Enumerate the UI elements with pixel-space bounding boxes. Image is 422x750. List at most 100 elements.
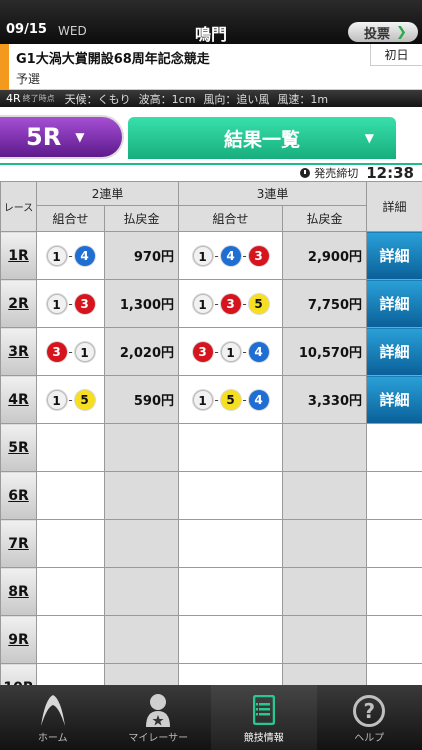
table-row: 7R	[0, 519, 422, 568]
vote-button-label: 投票	[364, 26, 391, 42]
exacta-payout	[103, 519, 180, 568]
clock-icon	[300, 168, 311, 178]
trifecta-combo	[178, 567, 284, 616]
trifecta-payout: 3,330円	[282, 375, 368, 424]
exacta-payout	[103, 663, 180, 685]
results-table-body: 1R 1-4 970円 1-4-3 2,900円 詳細 2R 1-3 1,300円 1-3-5 7,…	[0, 231, 422, 685]
exacta-combo: 1-4	[36, 231, 105, 280]
nav-home-label: ホーム	[37, 733, 68, 744]
bottom-navigation: ホーム マイレーサー 競技情報 ? ヘルプ	[0, 685, 422, 750]
trifecta-combo	[178, 423, 284, 472]
results-table-container[interactable]: レース 2連単 3連単 詳細 組合せ 払戻金 組合せ 払戻金 1R 1-4 970円…	[0, 181, 422, 685]
race-link[interactable]: 4R	[0, 375, 37, 424]
table-row: 10R	[0, 663, 422, 685]
boat-number-badge: 1	[192, 293, 213, 314]
trifecta-payout	[282, 519, 368, 568]
nav-help-label: ヘルプ	[354, 733, 385, 744]
race-title-block: G1大渦大賞開設68周年記念競走 初日 予選	[0, 44, 422, 90]
home-icon	[40, 695, 65, 726]
trifecta-payout-header: 払戻金	[282, 205, 368, 232]
dropdown-triangle-icon: ▼	[364, 131, 374, 145]
boat-number-badge: 5	[74, 389, 95, 410]
detail-cell	[366, 471, 422, 520]
trifecta-combo	[178, 519, 284, 568]
boat-number-badge: 1	[192, 245, 213, 266]
race-link[interactable]: 10R	[0, 663, 37, 685]
boat-number-badge: 3	[248, 245, 269, 266]
exacta-combo	[36, 423, 105, 472]
boat-number-badge: 1	[46, 389, 67, 410]
detail-cell	[366, 567, 422, 616]
exacta-payout	[103, 423, 180, 472]
race-info-icon	[252, 695, 275, 725]
nav-help[interactable]: ? ヘルプ	[317, 685, 422, 750]
race-title: G1大渦大賞開設68周年記念競走	[16, 52, 210, 67]
result-list-tab[interactable]: 結果一覧 ▼	[128, 117, 396, 159]
chevron-right-icon: ❯	[396, 24, 407, 40]
exacta-combo	[36, 519, 105, 568]
trifecta-combo: 1-4-3	[178, 231, 284, 280]
trifecta-combo: 3-1-4	[178, 327, 284, 376]
combo-separator: -	[242, 344, 247, 359]
combo-separator: -	[68, 248, 73, 263]
trifecta-header: 3連単	[178, 181, 368, 206]
trifecta-combo-header: 組合せ	[178, 205, 284, 232]
help-icon: ?	[353, 695, 386, 727]
race-link[interactable]: 5R	[0, 423, 37, 472]
trifecta-payout: 7,750円	[282, 279, 368, 328]
exacta-payout: 970円	[103, 231, 180, 280]
detail-cell	[366, 615, 422, 664]
top-header: 09/15 WED 鳴門 投票 ❯	[0, 0, 422, 44]
race-link[interactable]: 1R	[0, 231, 37, 280]
boat-number-badge: 1	[74, 341, 95, 362]
wind-direction: 風向：追い風	[203, 92, 270, 106]
combo-separator: -	[242, 248, 247, 263]
table-row: 5R	[0, 423, 422, 472]
race-link[interactable]: 9R	[0, 615, 37, 664]
dropdown-triangle-icon: ▼	[75, 130, 85, 144]
nav-my-racer[interactable]: マイレーサー	[106, 685, 212, 750]
combo-separator: -	[68, 392, 73, 407]
nav-home[interactable]: ホーム	[0, 685, 106, 750]
title-accent-bar	[0, 44, 9, 90]
nav-race-info-label: 競技情報	[243, 733, 284, 744]
selector-row: 5R ▼ 結果一覧 ▼	[0, 107, 422, 163]
detail-button[interactable]: 詳細	[366, 279, 422, 328]
race-link[interactable]: 2R	[0, 279, 37, 328]
detail-cell	[366, 519, 422, 568]
exacta-payout: 1,300円	[103, 279, 180, 328]
exacta-combo: 1-5	[36, 375, 105, 424]
trifecta-payout: 10,570円	[282, 327, 368, 376]
race-link[interactable]: 8R	[0, 567, 37, 616]
exacta-payout: 2,020円	[103, 327, 180, 376]
table-row: 4R 1-5 590円 1-5-4 3,330円 詳細	[0, 375, 422, 424]
boat-number-badge: 1	[220, 341, 241, 362]
exacta-header: 2連単	[35, 181, 180, 206]
race-link[interactable]: 3R	[0, 327, 37, 376]
deadline-time: 12:38	[366, 164, 414, 182]
boat-number-badge: 3	[46, 341, 67, 362]
combo-separator: -	[214, 296, 219, 311]
exacta-payout: 590円	[103, 375, 180, 424]
trifecta-combo: 1-5-4	[178, 375, 284, 424]
vote-button[interactable]: 投票 ❯	[348, 22, 418, 42]
detail-button[interactable]: 詳細	[366, 375, 422, 424]
race-selector[interactable]: 5R ▼	[0, 115, 124, 159]
race-link[interactable]: 7R	[0, 519, 37, 568]
result-list-tab-label: 結果一覧	[223, 128, 300, 151]
trifecta-payout	[282, 615, 368, 664]
trifecta-combo: 1-3-5	[178, 279, 284, 328]
nav-race-info[interactable]: 競技情報	[211, 685, 317, 750]
race-link[interactable]: 6R	[0, 471, 37, 520]
exacta-combo	[36, 663, 105, 685]
table-row: 3R 3-1 2,020円 3-1-4 10,570円 詳細	[0, 327, 422, 376]
detail-button[interactable]: 詳細	[366, 327, 422, 376]
combo-separator: -	[214, 392, 219, 407]
detail-column-header: 詳細	[366, 181, 422, 232]
table-row: 9R	[0, 615, 422, 664]
combo-separator: -	[214, 344, 219, 359]
exacta-payout-header: 払戻金	[103, 205, 180, 232]
detail-button[interactable]: 詳細	[366, 231, 422, 280]
exacta-combo: 3-1	[36, 327, 105, 376]
weather-condition: 天候：くもり	[64, 92, 131, 106]
